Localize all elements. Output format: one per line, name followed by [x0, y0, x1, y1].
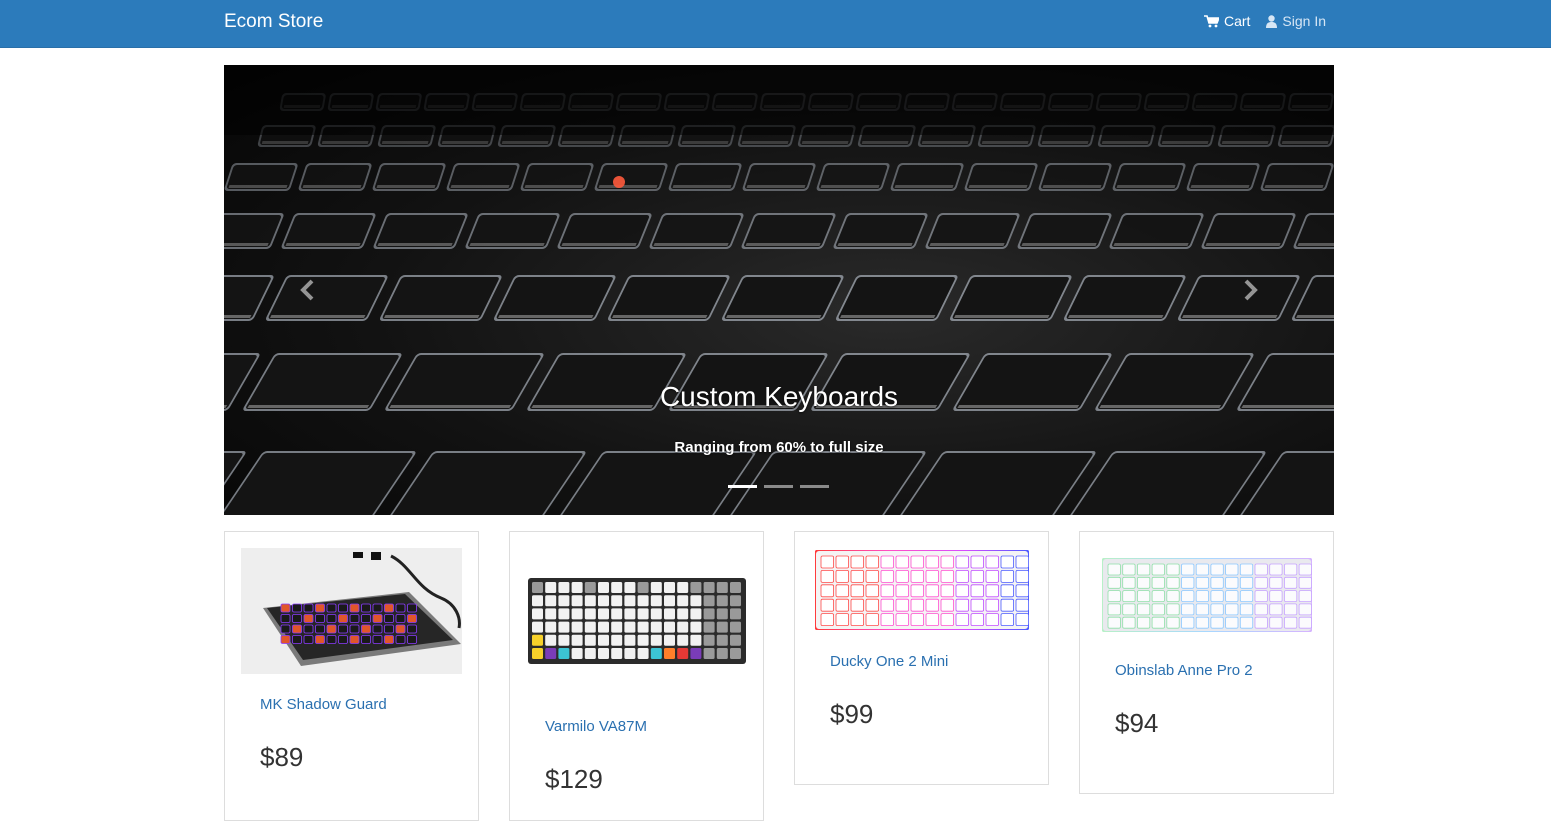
- nav-right: Cart Sign In: [1204, 13, 1326, 29]
- carousel-next-button[interactable]: [1236, 270, 1266, 310]
- cart-label: Cart: [1224, 13, 1250, 29]
- top-navbar: Ecom Store Cart Sign In: [0, 0, 1551, 48]
- product-price: $129: [545, 764, 603, 795]
- product-name-link[interactable]: Ducky One 2 Mini: [830, 653, 948, 670]
- product-image[interactable]: [1102, 558, 1312, 632]
- user-icon: [1266, 15, 1277, 28]
- shopping-cart-icon: [1204, 15, 1219, 28]
- product-card: Ducky One 2 Mini $99: [794, 531, 1049, 785]
- brand-link[interactable]: Ecom Store: [224, 11, 323, 33]
- carousel-indicators: [728, 485, 829, 488]
- product-card: Varmilo VA87M $129: [509, 531, 764, 821]
- product-name-link[interactable]: Varmilo VA87M: [545, 718, 647, 735]
- carousel-indicator-3[interactable]: [800, 485, 829, 488]
- product-image[interactable]: [815, 550, 1029, 630]
- chevron-right-icon: [1236, 270, 1266, 310]
- cart-link[interactable]: Cart: [1204, 13, 1250, 29]
- sign-in-label: Sign In: [1282, 13, 1326, 29]
- product-name-link[interactable]: Obinslab Anne Pro 2: [1115, 662, 1253, 679]
- product-image[interactable]: [528, 578, 746, 664]
- sign-in-link[interactable]: Sign In: [1266, 13, 1326, 29]
- product-card: Obinslab Anne Pro 2 $94: [1079, 531, 1334, 794]
- product-price: $89: [260, 742, 303, 773]
- chevron-left-icon: [292, 270, 322, 310]
- carousel-indicator-2[interactable]: [764, 485, 793, 488]
- hero-carousel: Custom Keyboards Ranging from 60% to ful…: [224, 65, 1334, 515]
- carousel-prev-button[interactable]: [292, 270, 322, 310]
- carousel-caption-title: Custom Keyboards: [224, 381, 1334, 413]
- product-price: $99: [830, 699, 873, 730]
- carousel-indicator-1[interactable]: [728, 485, 757, 488]
- product-name-link[interactable]: MK Shadow Guard: [260, 696, 387, 713]
- product-price: $94: [1115, 708, 1158, 739]
- product-image[interactable]: [241, 548, 462, 674]
- carousel-caption-subtitle: Ranging from 60% to full size: [224, 439, 1334, 456]
- product-card: MK Shadow Guard $89: [224, 531, 479, 821]
